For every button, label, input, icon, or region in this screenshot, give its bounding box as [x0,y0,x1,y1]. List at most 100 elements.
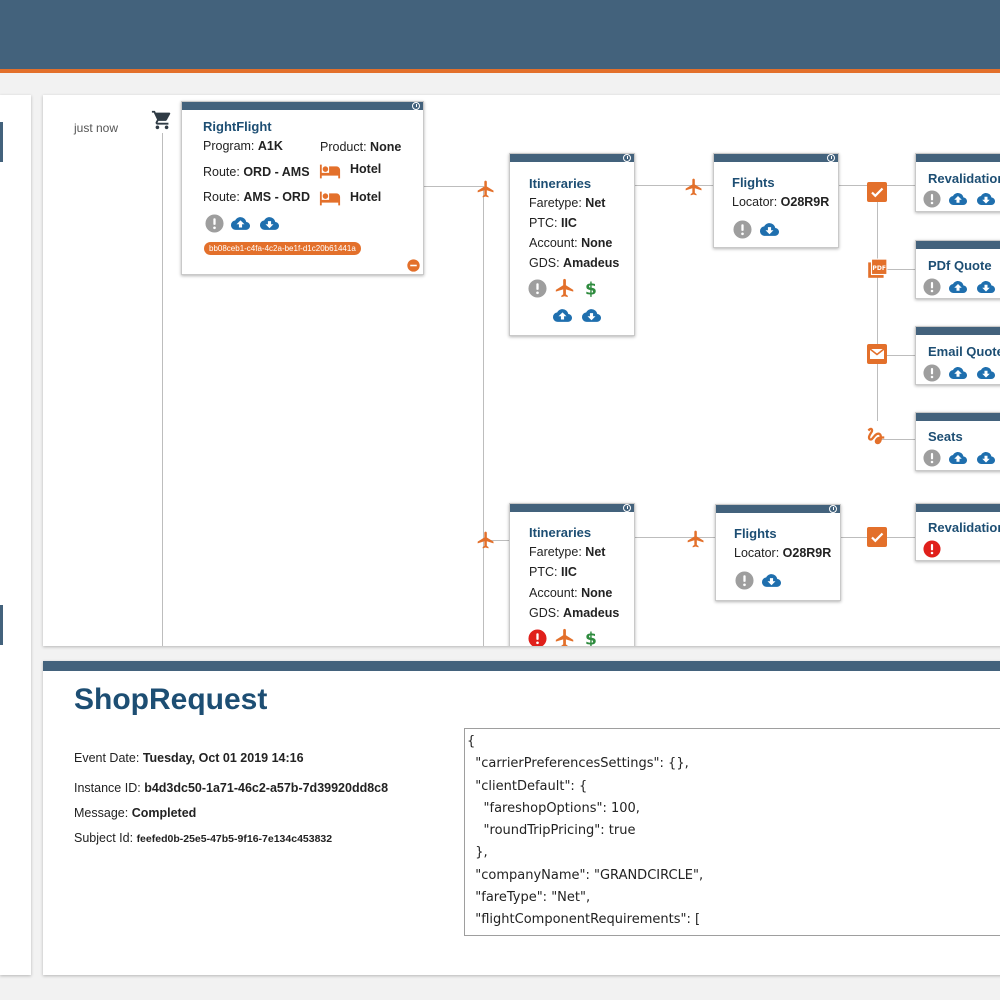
email-quote-card[interactable]: Email Quote [915,326,1000,385]
card-title: Flights [732,175,775,190]
download-cloud-icon[interactable] [975,190,997,208]
info-icon[interactable] [923,190,941,208]
flow-diagram-panel: just now RightFlight Program: A1K Produc… [43,95,1000,646]
info-icon[interactable] [923,278,941,296]
json-payload-viewer[interactable]: { "carrierPreferencesSettings": {}, "cli… [464,728,1000,936]
left-sidebar-panel [0,95,31,975]
product-field: Product: None [320,140,402,154]
card-title: Itineraries [529,525,592,540]
info-icon[interactable] [528,279,547,298]
ptc-field: PTC: IIC [529,216,577,230]
json-line: { [467,734,476,749]
card-header-bar [916,504,1000,512]
plane-icon[interactable] [554,277,576,299]
seats-card[interactable]: Seats [915,412,1000,471]
itineraries-card[interactable]: Itineraries Faretype: Net PTC: IIC Accou… [509,503,635,646]
info-icon[interactable] [205,214,224,233]
card-header-bar [714,154,838,162]
collapse-icon[interactable] [407,259,420,272]
download-cloud-icon[interactable] [975,364,997,382]
flights-card[interactable]: Flights Locator: O28R9R [715,504,841,601]
sidebar-toggle-button-lower[interactable] [0,605,3,645]
detail-header-bar [43,661,1000,671]
revalidation-card[interactable]: Revalidation [915,503,1000,561]
card-header-bar [716,505,840,513]
plane-icon [476,179,496,199]
instance-id-field: Instance ID: b4d3dc50-1a71-46c2-a57b-7d3… [74,781,389,795]
faretype-field: Faretype: Net [529,196,606,210]
message-field: Message: Completed [74,806,197,820]
json-line: "fareType": "Net", [467,890,591,906]
upload-cloud-icon[interactable] [551,306,574,325]
event-detail-panel: ShopRequest Event Date: Tuesday, Oct 01 … [43,661,1000,975]
card-header-bar [916,241,1000,249]
card-header-bar [182,102,423,110]
card-header-bar [916,327,1000,335]
clock-icon [829,505,837,513]
clock-icon [412,102,420,110]
upload-cloud-icon[interactable] [947,364,969,382]
email-icon[interactable] [867,344,887,364]
error-icon[interactable] [923,540,941,558]
plane-icon [684,177,704,197]
json-line: "fareshopOptions": 100, [467,800,640,816]
error-icon[interactable] [528,629,547,646]
upload-cloud-icon[interactable] [229,214,252,233]
upload-cloud-icon[interactable] [947,278,969,296]
json-line: "companyName": "GRANDCIRCLE", [467,867,704,883]
info-icon[interactable] [733,220,752,239]
event-title: ShopRequest [74,683,268,716]
download-cloud-icon[interactable] [258,214,281,233]
locator-field: Locator: O28R9R [734,546,832,560]
upload-cloud-icon[interactable] [947,190,969,208]
json-line: }, [467,845,488,861]
dollar-icon[interactable] [582,278,600,298]
info-icon[interactable] [735,571,754,590]
seat-icon [865,425,887,447]
account-field: Account: None [529,586,613,600]
connector-line [877,191,878,421]
json-line: "roundTripPricing": true [467,823,636,839]
download-cloud-icon[interactable] [758,220,781,239]
gds-field: GDS: Amadeus [529,606,620,620]
cart-icon [151,109,173,131]
card-title: Itineraries [529,176,592,191]
ptc-field: PTC: IIC [529,565,577,579]
json-line: "carrierPreferencesSettings": {}, [467,756,689,772]
connector-line [424,186,483,187]
card-header-bar [916,413,1000,421]
clock-icon [623,504,631,512]
download-cloud-icon[interactable] [975,449,997,467]
pdf-icon[interactable] [866,258,888,280]
card-title: Revalidation [928,520,1000,535]
download-cloud-icon[interactable] [580,306,603,325]
upload-cloud-icon[interactable] [947,449,969,467]
card-title: Flights [734,526,777,541]
timeline-line [162,133,163,646]
card-title: Email Quote [928,344,1000,359]
app-header-bar [0,0,1000,69]
plane-icon [686,529,706,549]
rightflight-card[interactable]: RightFlight Program: A1K Product: None R… [181,101,424,275]
hotel-bed-icon [319,187,341,209]
itineraries-card[interactable]: Itineraries Faretype: Net PTC: IIC Accou… [509,153,635,336]
sidebar-toggle-button[interactable] [0,122,3,162]
pdf-quote-card[interactable]: PDf Quote [915,240,1000,299]
card-title: Seats [928,429,963,444]
checkbox-icon[interactable] [867,182,887,202]
checkbox-icon[interactable] [867,527,887,547]
json-line: "flightComponentRequirements": [ [467,912,701,928]
clock-icon [827,154,835,162]
revalidation-card[interactable]: Revalidation [915,153,1000,212]
dollar-icon[interactable] [582,628,600,646]
info-icon[interactable] [923,449,941,467]
info-icon[interactable] [923,364,941,382]
download-cloud-icon[interactable] [975,278,997,296]
download-cloud-icon[interactable] [760,571,783,590]
hotel-label: Hotel [350,190,382,204]
card-header-bar [510,154,634,162]
flights-card[interactable]: Flights Locator: O28R9R [713,153,839,248]
plane-icon[interactable] [554,627,576,646]
clock-icon [623,154,631,162]
locator-field: Locator: O28R9R [732,195,830,209]
